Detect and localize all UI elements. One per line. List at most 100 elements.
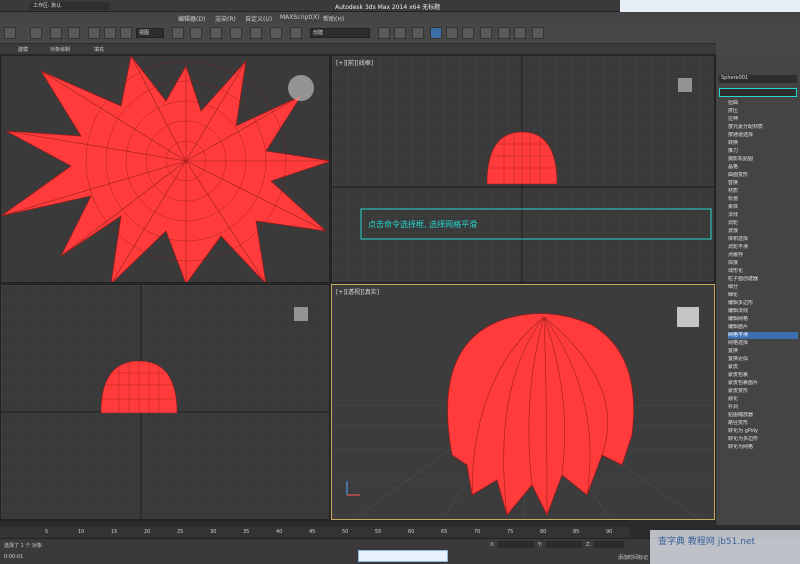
menu-customize[interactable]: 自定义(U) bbox=[245, 14, 272, 23]
modifier-item[interactable]: 转化为 gPoly bbox=[728, 428, 798, 435]
modifier-item[interactable]: 涡轮平滑 bbox=[728, 244, 798, 251]
angle-snap-icon[interactable] bbox=[230, 27, 242, 39]
z-coordinate-field[interactable] bbox=[594, 541, 624, 548]
modifier-item[interactable]: 曲面变形 bbox=[728, 172, 798, 179]
modifier-item[interactable]: 涡轮 bbox=[728, 220, 798, 227]
modifier-item[interactable]: 蒙皮包裹 bbox=[728, 372, 798, 379]
modifier-item[interactable]: 置换近似 bbox=[728, 356, 798, 363]
modifier-item[interactable]: 点缓存 bbox=[728, 252, 798, 259]
time-slider[interactable] bbox=[0, 521, 630, 527]
layer-icon[interactable] bbox=[412, 27, 424, 39]
modifier-item[interactable]: 按元素分配材质 bbox=[728, 124, 798, 131]
render-frame-icon[interactable] bbox=[514, 27, 526, 39]
ribbon-tab-populate[interactable]: 填充 bbox=[94, 46, 104, 53]
mirror-icon[interactable] bbox=[378, 27, 390, 39]
modifier-item[interactable]: 扭曲 bbox=[728, 100, 798, 107]
modifier-item[interactable]: 编辑网格 bbox=[728, 316, 798, 323]
modifier-item[interactable]: 编辑多边形 bbox=[728, 300, 798, 307]
modifier-item-selected[interactable]: 网格平滑 bbox=[728, 332, 798, 339]
modifier-item[interactable]: 球形化 bbox=[728, 268, 798, 275]
timeline[interactable]: 5 10 15 20 25 30 35 40 45 50 55 60 65 70 75 80 85 90 bbox=[0, 520, 630, 538]
modifier-item[interactable]: 拉伸 bbox=[728, 116, 798, 123]
viewport-perspective[interactable]: [+][透视][真实] bbox=[331, 284, 715, 520]
modifier-item[interactable]: 摄影机贴图 bbox=[728, 156, 798, 163]
timeline-tick-label: 90 bbox=[606, 529, 613, 535]
viewcube-perspective-icon bbox=[677, 307, 699, 327]
modifier-item[interactable]: 蒙皮包裹面片 bbox=[728, 380, 798, 387]
render-setup-icon[interactable] bbox=[498, 27, 510, 39]
modifier-item[interactable]: 细分 bbox=[728, 284, 798, 291]
menu-help[interactable]: 帮助(H) bbox=[323, 14, 344, 23]
modifier-item[interactable]: 蒙皮变形 bbox=[728, 388, 798, 395]
modifier-item[interactable]: 晶格 bbox=[728, 164, 798, 171]
window-crossing-icon[interactable] bbox=[68, 27, 80, 39]
select-region-icon[interactable] bbox=[50, 27, 62, 39]
modifier-item[interactable]: 松弛 bbox=[728, 196, 798, 203]
modifier-item[interactable]: 焊接 bbox=[728, 260, 798, 267]
object-name-field[interactable]: Sphere001 bbox=[719, 75, 797, 83]
viewport-left[interactable] bbox=[0, 284, 330, 520]
percent-snap-icon[interactable] bbox=[250, 27, 262, 39]
timeline-tick-label: 30 bbox=[210, 529, 217, 535]
snap-icon[interactable] bbox=[210, 27, 222, 39]
modifier-item[interactable]: 编辑法线 bbox=[728, 308, 798, 315]
modifier-item[interactable]: 转化为网格 bbox=[728, 444, 798, 451]
title-bar: 工作区: 默认 Autodesk 3ds Max 2014 x64 无标题 bbox=[0, 0, 800, 12]
timeline-tick-label: 50 bbox=[342, 529, 349, 535]
modifier-item[interactable]: 置换 bbox=[728, 348, 798, 355]
named-selection-icon[interactable] bbox=[290, 27, 302, 39]
spinner-snap-icon[interactable] bbox=[270, 27, 282, 39]
ime-toolbar[interactable] bbox=[358, 550, 448, 562]
modifier-item[interactable]: 细化 bbox=[728, 292, 798, 299]
modifier-item[interactable]: 路径变形 bbox=[728, 420, 798, 427]
viewport-front[interactable]: [+][前][线框] 点击命令选择框, 选择网格平滑 bbox=[331, 55, 715, 283]
reference-coord-dropdown[interactable]: 视图 bbox=[136, 28, 164, 38]
modifier-item[interactable]: 粒子面创建器 bbox=[728, 276, 798, 283]
curve-editor-icon[interactable] bbox=[446, 27, 458, 39]
ribbon-tab-object-paint[interactable]: 对象绘制 bbox=[50, 46, 70, 53]
undo-icon[interactable] bbox=[4, 27, 16, 39]
align-icon[interactable] bbox=[394, 27, 406, 39]
menu-maxscript[interactable]: MAXScript(X) bbox=[280, 14, 320, 21]
modifier-item[interactable]: 波浪 bbox=[728, 228, 798, 235]
y-coordinate-field[interactable] bbox=[546, 541, 582, 548]
material-editor-icon[interactable] bbox=[480, 27, 492, 39]
modifier-item[interactable]: 转换 bbox=[728, 140, 798, 147]
move-icon[interactable] bbox=[88, 27, 100, 39]
viewport-front-label[interactable]: [+][前][线框] bbox=[336, 58, 373, 67]
named-selection-set-dropdown[interactable]: 创建 bbox=[310, 28, 370, 38]
modifier-item[interactable]: 柔体 bbox=[728, 204, 798, 211]
modifier-item[interactable]: 网格选择 bbox=[728, 340, 798, 347]
rotate-icon[interactable] bbox=[104, 27, 116, 39]
modifier-item[interactable]: 挤压 bbox=[728, 108, 798, 115]
modifier-item[interactable]: 按通道选择 bbox=[728, 132, 798, 139]
manipulate-icon[interactable] bbox=[190, 27, 202, 39]
modifier-item[interactable]: 融化 bbox=[728, 396, 798, 403]
menu-edit[interactable]: 编辑器(D) bbox=[178, 14, 205, 23]
modifier-item[interactable]: 体积选择 bbox=[728, 236, 798, 243]
workspace-selector[interactable]: 工作区: 默认 bbox=[30, 2, 110, 10]
modifier-item[interactable]: 编辑面片 bbox=[728, 324, 798, 331]
modifier-item[interactable]: 贴图缩放器 bbox=[728, 412, 798, 419]
render-icon[interactable] bbox=[532, 27, 544, 39]
modifier-item[interactable]: 蒙皮 bbox=[728, 364, 798, 371]
pivot-icon[interactable] bbox=[172, 27, 184, 39]
viewport-perspective-label[interactable]: [+][透视][真实] bbox=[336, 287, 379, 296]
modifier-list-dropdown[interactable] bbox=[719, 88, 797, 97]
x-coordinate-field[interactable] bbox=[498, 541, 534, 548]
menu-render[interactable]: 渲染(R) bbox=[215, 14, 236, 23]
scene-explorer-icon[interactable] bbox=[430, 27, 442, 39]
modifier-item[interactable]: 推力 bbox=[728, 148, 798, 155]
modifier-item[interactable]: 转化为多边形 bbox=[728, 436, 798, 443]
modifier-item[interactable]: 法线 bbox=[728, 212, 798, 219]
scale-icon[interactable] bbox=[120, 27, 132, 39]
modifier-item[interactable]: 补洞 bbox=[728, 404, 798, 411]
modifier-item[interactable]: 替换 bbox=[728, 180, 798, 187]
ribbon-tab-modeling[interactable]: 建模 bbox=[18, 46, 28, 53]
modifier-item[interactable]: 材质 bbox=[728, 188, 798, 195]
select-icon[interactable] bbox=[30, 27, 42, 39]
viewport-top-canvas bbox=[1, 56, 329, 282]
viewport-top[interactable] bbox=[0, 55, 330, 283]
schematic-view-icon[interactable] bbox=[462, 27, 474, 39]
time-tag-button[interactable]: 添加时间标记 bbox=[618, 554, 648, 561]
